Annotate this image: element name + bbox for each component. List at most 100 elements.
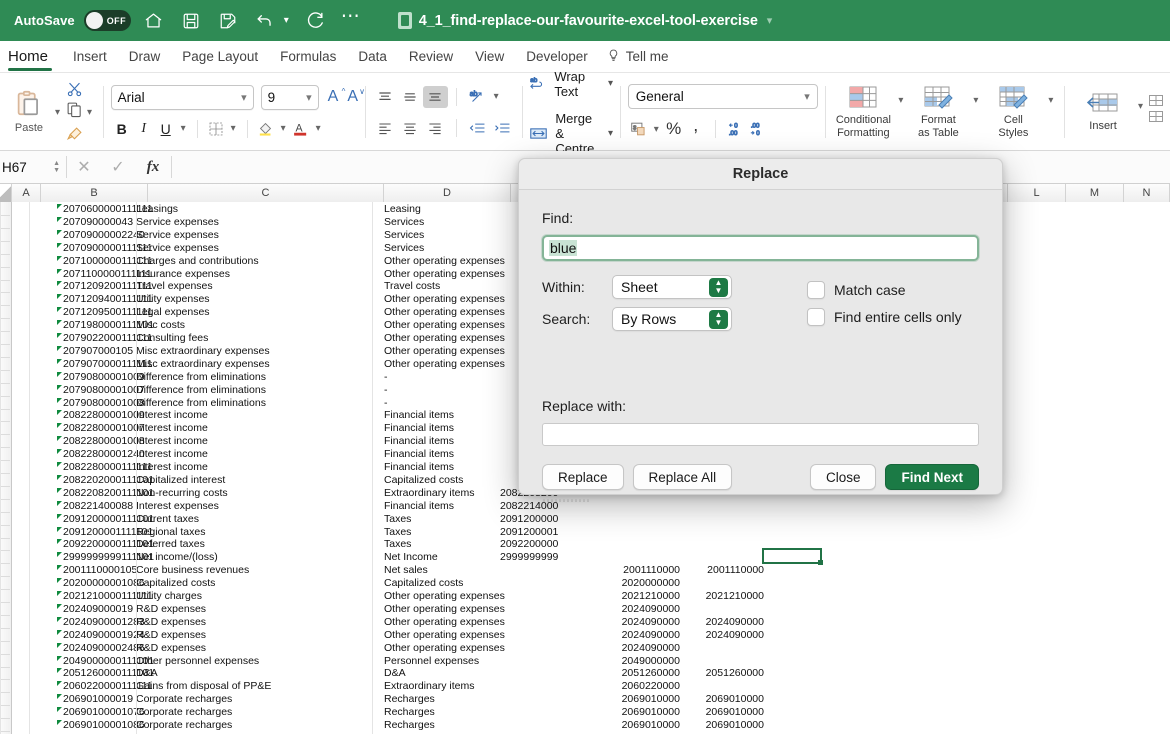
grid-cell[interactable]: 2092200000 <box>500 538 600 551</box>
row-header[interactable] <box>0 474 10 487</box>
grid-cell[interactable]: 2069010000 <box>592 693 680 706</box>
grid-cell[interactable]: 2049000000 <box>592 655 680 668</box>
insert-cells-button[interactable]: Insert <box>1072 91 1134 133</box>
grid-cell[interactable]: Misc extraordinary expenses <box>136 345 372 358</box>
merge-centre-button[interactable]: Merge & Centre ▾ <box>529 111 613 156</box>
grid-cell[interactable]: Other operating expenses <box>384 603 574 616</box>
row-header[interactable] <box>0 500 10 513</box>
row-header[interactable] <box>0 268 10 281</box>
name-box[interactable]: H67 ▲▼ <box>0 151 66 184</box>
grid-cell[interactable]: Interest income <box>136 448 372 461</box>
title-dropdown-icon[interactable]: ▾ <box>767 14 773 27</box>
cut-button[interactable] <box>66 81 96 98</box>
fill-color-button[interactable] <box>255 118 277 140</box>
grid-cell[interactable]: 2024090000 <box>676 629 764 642</box>
grid-cell[interactable]: Service expenses <box>136 242 372 255</box>
grid-cell[interactable]: Net sales <box>384 564 574 577</box>
close-button[interactable]: Close <box>810 464 877 490</box>
row-header[interactable] <box>0 242 10 255</box>
undo-dropdown-icon[interactable]: ▾ <box>280 15 293 26</box>
grid-cell[interactable]: 2024090000 <box>592 603 680 616</box>
orientation-dropdown-icon[interactable]: ▾ <box>490 91 503 102</box>
tab-data[interactable]: Data <box>347 41 398 73</box>
row-header[interactable] <box>0 397 10 410</box>
row-header[interactable] <box>0 577 10 590</box>
conditional-formatting-dropdown-icon[interactable]: ▾ <box>894 95 907 106</box>
match-case-checkbox[interactable]: Match case <box>807 276 962 303</box>
row-header[interactable] <box>0 448 10 461</box>
resize-grip[interactable] <box>543 499 591 502</box>
find-input[interactable]: blue <box>542 235 979 261</box>
decrease-decimal-button[interactable]: .000 <box>746 118 768 140</box>
grid-cell[interactable]: Regional taxes <box>136 526 372 539</box>
row-header[interactable] <box>0 435 10 448</box>
grid-cell[interactable]: D&A <box>136 667 372 680</box>
grid-cell[interactable]: 2001110000 <box>592 564 680 577</box>
align-bottom-button[interactable] <box>423 86 448 108</box>
grid-cell[interactable]: 2021210000 <box>592 590 680 603</box>
underline-button[interactable]: U <box>155 118 177 140</box>
percent-style-button[interactable]: % <box>663 118 685 140</box>
grid-cell[interactable]: 2069010000 <box>592 706 680 719</box>
align-left-button[interactable] <box>373 117 398 139</box>
grid-cell[interactable]: R&D expenses <box>136 629 372 642</box>
format-as-table-button[interactable]: Format as Table <box>907 85 969 139</box>
row-header[interactable] <box>0 319 10 332</box>
grid-cell[interactable]: Utility charges <box>136 590 372 603</box>
orientation-button[interactable]: ab <box>465 86 490 108</box>
grid-cell[interactable]: Travel expenses <box>136 280 372 293</box>
row-header[interactable] <box>0 293 10 306</box>
font-family-select[interactable]: Arial ▾ <box>111 85 254 110</box>
grid-cell[interactable]: 2024090000 <box>592 616 680 629</box>
row-header[interactable] <box>0 538 10 551</box>
replace-all-button[interactable]: Replace All <box>633 464 733 490</box>
row-header[interactable] <box>0 409 10 422</box>
wrap-text-button[interactable]: ab Wrap Text ▾ <box>529 69 613 99</box>
row-header[interactable] <box>0 655 10 668</box>
grid-cell[interactable]: Utility expenses <box>136 293 372 306</box>
grid-cell[interactable]: 2001110000 <box>676 564 764 577</box>
grid-cell[interactable]: Corporate recharges <box>136 706 372 719</box>
row-header[interactable] <box>0 667 10 680</box>
number-format-select[interactable]: General ▾ <box>628 84 818 109</box>
grid-cell[interactable]: 2024090000 <box>592 642 680 655</box>
row-header[interactable] <box>0 280 10 293</box>
grid-cell[interactable]: 2051260000 <box>676 667 764 680</box>
row-header[interactable] <box>0 513 10 526</box>
format-as-table-dropdown-icon[interactable]: ▾ <box>969 95 982 106</box>
grid-cell[interactable]: Current taxes <box>136 513 372 526</box>
grid-cell[interactable]: Core business revenues <box>136 564 372 577</box>
tab-view[interactable]: View <box>464 41 515 73</box>
grid-cell[interactable]: Misc costs <box>136 319 372 332</box>
row-header[interactable] <box>0 706 10 719</box>
grid-cell[interactable]: 2024090000 <box>676 616 764 629</box>
grid-cell[interactable]: Misc extraordinary expenses <box>136 358 372 371</box>
column-header-n[interactable]: N <box>1124 184 1170 202</box>
row-header[interactable] <box>0 422 10 435</box>
undo-icon[interactable] <box>251 7 279 35</box>
replace-button[interactable]: Replace <box>542 464 624 490</box>
autosave-toggle[interactable]: OFF <box>84 10 131 31</box>
increase-indent-button[interactable] <box>490 117 515 139</box>
tab-page-layout[interactable]: Page Layout <box>171 41 269 73</box>
grid-cell[interactable]: Other operating expenses <box>384 629 574 642</box>
font-size-select[interactable]: 9 ▾ <box>261 85 319 110</box>
grid-cell[interactable]: Difference from eliminations <box>136 371 372 384</box>
confirm-entry-icon[interactable]: ✓ <box>101 157 135 177</box>
grid-cell[interactable]: Charges and contributions <box>136 255 372 268</box>
grid-cell[interactable]: 2069010000 <box>592 719 680 732</box>
column-header-a[interactable]: A <box>12 184 41 202</box>
grid-cell[interactable]: Deferred taxes <box>136 538 372 551</box>
within-select[interactable]: Sheet ▲▼ <box>612 275 732 299</box>
font-color-button[interactable]: A <box>290 118 312 140</box>
tab-insert[interactable]: Insert <box>62 41 118 73</box>
bold-button[interactable]: B <box>111 118 133 140</box>
row-header[interactable] <box>0 629 10 642</box>
grid-cell[interactable]: Corporate recharges <box>136 693 372 706</box>
row-header[interactable] <box>0 216 10 229</box>
italic-button[interactable]: I <box>133 118 155 140</box>
select-all-corner[interactable] <box>0 184 12 202</box>
row-header[interactable] <box>0 358 10 371</box>
row-header[interactable] <box>0 371 10 384</box>
row-header[interactable] <box>0 551 10 564</box>
